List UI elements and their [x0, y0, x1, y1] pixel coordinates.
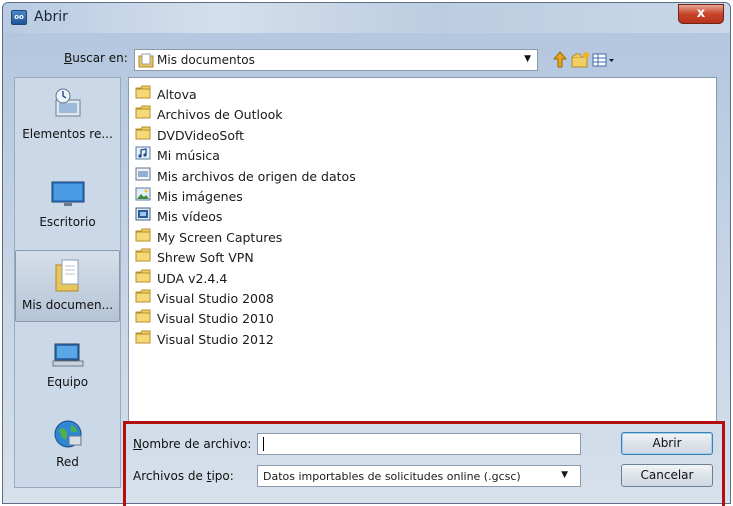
desktop-icon [51, 181, 84, 206]
network-icon [54, 420, 81, 448]
lookin-combo[interactable]: Mis documentos ▼ [134, 49, 538, 71]
place-label: Mis documen... [21, 298, 114, 312]
place-label: Red [56, 455, 79, 469]
file-name: Visual Studio 2008 [157, 291, 274, 306]
highlight-box [123, 421, 725, 506]
folder-icon [135, 125, 151, 147]
folder-icon [135, 268, 151, 290]
file-list-item[interactable]: Altova [135, 84, 197, 104]
file-name: Shrew Soft VPN [157, 250, 254, 266]
pictures-folder-icon [135, 186, 151, 208]
file-name: Visual Studio 2012 [157, 331, 274, 347]
app-icon: oo [11, 10, 27, 25]
file-name: Mis archivos de origen de datos [157, 168, 356, 184]
folder-icon [135, 227, 151, 249]
place-computer[interactable]: Equipo [15, 340, 120, 404]
place-network[interactable]: Red [15, 418, 120, 482]
folder-icon [135, 308, 151, 330]
documents-folder-icon [138, 53, 154, 68]
file-list-item[interactable]: DVDVideoSoft [135, 125, 244, 145]
file-list-item[interactable]: Shrew Soft VPN [135, 247, 254, 267]
file-list-item[interactable]: UDA v2.4.4 [135, 268, 227, 288]
folder-icon [135, 288, 151, 310]
window-title: Abrir [34, 9, 68, 25]
folder-icon [135, 84, 151, 106]
place-label: Elementos re... [22, 127, 113, 141]
file-name: Mis imágenes [157, 189, 243, 204]
place-label: Equipo [46, 375, 89, 389]
file-list-item[interactable]: Visual Studio 2008 [135, 288, 274, 308]
place-recent-items[interactable]: Elementos re... [15, 86, 120, 166]
lookin-value: Mis documentos [157, 53, 255, 67]
lookin-label: Buscar en: [64, 51, 128, 65]
new-folder-icon[interactable] [570, 51, 590, 69]
place-documents[interactable]: Mis documen... [15, 250, 120, 322]
title-bar[interactable]: oo Abrir x [3, 3, 730, 33]
music-folder-icon [135, 145, 151, 167]
file-name: Archivos de Outlook [157, 107, 283, 123]
close-button[interactable]: x [678, 4, 724, 24]
file-list[interactable]: Altova Archivos de Outlook DVDVideoSoft Mi … [128, 77, 717, 422]
folder-icon [135, 104, 151, 126]
up-folder-icon[interactable] [552, 51, 568, 69]
videos-folder-icon [135, 206, 151, 228]
file-name: Altova [157, 87, 197, 102]
places-bar: Elementos re... Escritorio Mis documen..… [14, 77, 121, 488]
chevron-down-icon[interactable]: ▼ [524, 54, 531, 64]
file-name: DVDVideoSoft [157, 127, 245, 143]
folder-icon [135, 247, 151, 269]
file-list-item[interactable]: Mis archivos de origen de datos [135, 166, 356, 186]
documents-icon [55, 259, 78, 292]
folder-icon [135, 329, 151, 351]
file-name: My Screen Captures [157, 229, 283, 245]
file-list-item[interactable]: Visual Studio 2010 [135, 308, 274, 328]
file-list-item[interactable]: My Screen Captures [135, 227, 282, 247]
file-list-item[interactable]: Archivos de Outlook [135, 104, 282, 124]
data-source-icon [135, 166, 151, 188]
file-list-item[interactable]: Mi música [135, 145, 220, 165]
computer-icon [52, 343, 83, 367]
recent-items-icon [55, 88, 80, 117]
file-list-item[interactable]: Visual Studio 2012 [135, 329, 274, 349]
file-list-item[interactable]: Mis imágenes [135, 186, 243, 206]
place-label: Escritorio [39, 215, 96, 229]
file-list-item[interactable]: Mis vídeos [135, 206, 222, 226]
file-name: Mis vídeos [157, 209, 223, 225]
file-name: Visual Studio 2010 [157, 311, 274, 327]
file-name: UDA v2.4.4 [157, 270, 228, 286]
file-name: Mi música [157, 148, 220, 164]
view-menu-icon[interactable] [591, 51, 617, 69]
place-desktop[interactable]: Escritorio [15, 178, 120, 242]
